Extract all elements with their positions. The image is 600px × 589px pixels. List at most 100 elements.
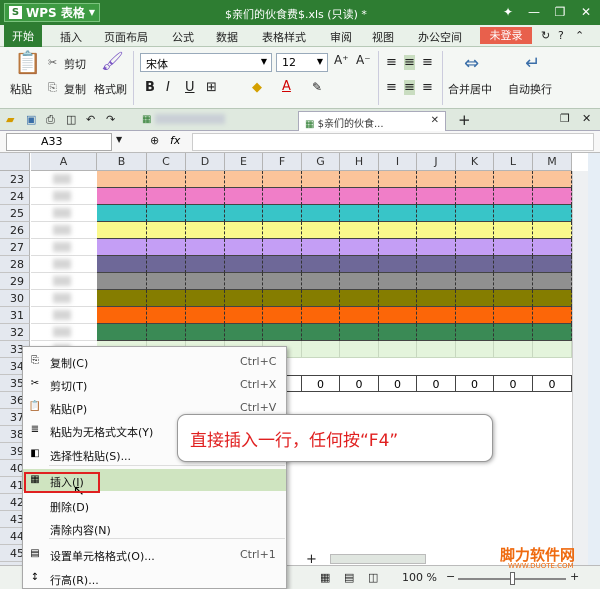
page-break-icon[interactable]: ◫ [368, 571, 378, 584]
color-cell[interactable] [263, 205, 302, 222]
color-cell[interactable] [340, 341, 379, 358]
row-header[interactable]: 30 [0, 290, 30, 307]
color-cell[interactable] [379, 341, 417, 358]
color-cell[interactable] [456, 205, 494, 222]
new-tab-button[interactable]: + [458, 111, 471, 129]
horizontal-scrollbar[interactable] [330, 554, 426, 564]
function-icon[interactable]: fx [170, 134, 180, 147]
color-cell[interactable] [456, 307, 494, 324]
color-cell[interactable] [302, 222, 340, 239]
close-button[interactable]: ✕ [576, 3, 596, 21]
color-cell[interactable] [186, 188, 225, 205]
color-cell[interactable] [302, 188, 340, 205]
tab-current-document[interactable]: ▦ $亲们的伙食... ✕ [298, 111, 446, 131]
refresh-icon[interactable]: ↻ [541, 29, 550, 42]
color-cell[interactable] [97, 171, 147, 188]
column-header[interactable]: K [456, 153, 494, 171]
color-cell[interactable] [417, 171, 456, 188]
tab-formulas[interactable]: 公式 [172, 29, 194, 45]
color-cell[interactable] [302, 341, 340, 358]
close-tab-icon[interactable]: ✕ [431, 115, 439, 126]
help-icon[interactable]: ? [558, 29, 564, 42]
color-cell[interactable] [340, 290, 379, 307]
chevron-up-icon[interactable]: ⌃ [575, 29, 584, 42]
row-header[interactable]: 28 [0, 256, 30, 273]
name-cell-blurred[interactable] [31, 256, 97, 273]
row-header[interactable]: 31 [0, 307, 30, 324]
folder-icon[interactable]: ▰ [6, 113, 14, 126]
color-cell[interactable] [97, 256, 147, 273]
minimize-button[interactable]: — [524, 3, 544, 21]
color-cell[interactable] [417, 273, 456, 290]
color-cell[interactable] [302, 324, 340, 341]
zero-value-cell[interactable]: 0 [379, 375, 417, 392]
color-cell[interactable] [379, 239, 417, 256]
color-cell[interactable] [417, 222, 456, 239]
copy-button[interactable]: 复制 [64, 81, 86, 97]
column-header[interactable]: A [31, 153, 97, 171]
color-cell[interactable] [147, 239, 186, 256]
column-header[interactable]: C [147, 153, 186, 171]
row-header[interactable]: 27 [0, 239, 30, 256]
color-cell[interactable] [263, 256, 302, 273]
normal-view-icon[interactable]: ▦ [320, 571, 330, 584]
name-cell-blurred[interactable] [31, 307, 97, 324]
tab-office-space[interactable]: 办公空间 [418, 29, 462, 45]
vertical-scrollbar[interactable] [572, 171, 588, 565]
color-cell[interactable] [533, 324, 572, 341]
color-cell[interactable] [340, 205, 379, 222]
name-cell-blurred[interactable] [31, 188, 97, 205]
color-cell[interactable] [533, 222, 572, 239]
name-cell-blurred[interactable] [31, 171, 97, 188]
color-cell[interactable] [340, 324, 379, 341]
color-cell[interactable] [533, 290, 572, 307]
align-center-icon[interactable]: ≡ [404, 80, 415, 95]
name-cell-blurred[interactable] [31, 239, 97, 256]
login-button[interactable]: 未登录 [480, 27, 532, 44]
color-cell[interactable] [379, 188, 417, 205]
column-header[interactable]: L [494, 153, 533, 171]
font-name-select[interactable]: 宋体 ▼ [140, 53, 272, 72]
context-menu-item[interactable]: 清除内容(N) [23, 517, 286, 539]
column-header[interactable]: I [379, 153, 417, 171]
select-all-corner[interactable] [0, 153, 30, 171]
color-cell[interactable] [379, 171, 417, 188]
color-cell[interactable] [263, 171, 302, 188]
color-cell[interactable] [263, 290, 302, 307]
tab-review[interactable]: 审阅 [330, 29, 352, 45]
tab-page-layout[interactable]: 页面布局 [104, 29, 148, 45]
color-cell[interactable] [533, 307, 572, 324]
color-cell[interactable] [340, 222, 379, 239]
bold-button[interactable]: B [145, 80, 155, 95]
color-cell[interactable] [147, 324, 186, 341]
color-cell[interactable] [456, 341, 494, 358]
paste-button[interactable]: 粘贴 [10, 81, 32, 97]
color-cell[interactable] [186, 273, 225, 290]
paste-big-icon[interactable]: 📋 [14, 51, 41, 76]
color-cell[interactable] [533, 341, 572, 358]
color-cell[interactable] [302, 307, 340, 324]
color-cell[interactable] [340, 239, 379, 256]
color-cell[interactable] [340, 273, 379, 290]
column-header[interactable]: D [186, 153, 225, 171]
name-box[interactable]: A33 [6, 133, 112, 151]
add-sheet-button[interactable]: + [306, 552, 317, 567]
color-cell[interactable] [147, 273, 186, 290]
color-cell[interactable] [417, 341, 456, 358]
color-cell[interactable] [186, 307, 225, 324]
save-icon[interactable]: ▣ [26, 113, 36, 126]
color-cell[interactable] [225, 171, 263, 188]
color-cell[interactable] [263, 324, 302, 341]
column-header[interactable]: E [225, 153, 263, 171]
zero-value-cell[interactable]: 0 [456, 375, 494, 392]
print-icon[interactable]: ⎙ [46, 113, 55, 127]
color-cell[interactable] [302, 171, 340, 188]
preview-icon[interactable]: ◫ [66, 113, 76, 126]
format-painter-button[interactable]: 格式刷 [94, 81, 127, 97]
page-layout-icon[interactable]: ▤ [344, 571, 354, 584]
color-cell[interactable] [494, 239, 533, 256]
color-cell[interactable] [225, 307, 263, 324]
color-cell[interactable] [494, 290, 533, 307]
color-cell[interactable] [186, 290, 225, 307]
color-cell[interactable] [456, 222, 494, 239]
